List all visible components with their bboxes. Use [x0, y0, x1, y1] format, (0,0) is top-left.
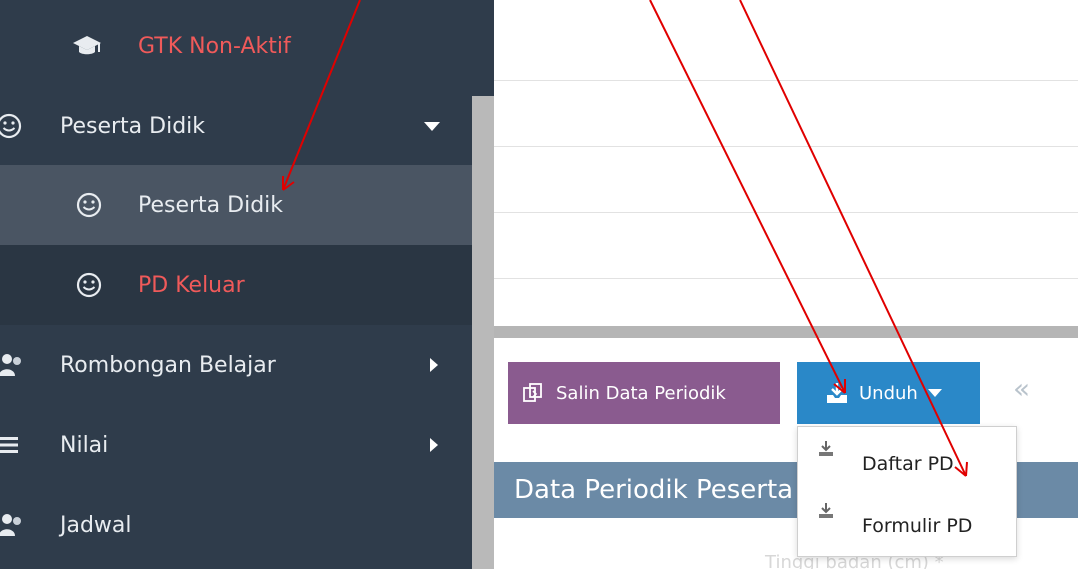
graduation-cap-icon: [72, 31, 102, 61]
salin-data-periodik-button[interactable]: Salin Data Periodik: [508, 362, 780, 424]
users-icon: [0, 510, 26, 540]
dropdown-item-label: Formulir PD: [862, 515, 973, 537]
divider: [494, 212, 1078, 213]
sidebar-item-nilai[interactable]: Nilai: [0, 405, 472, 485]
app-window: GTK Non-Aktif Peserta Didik Peserta Didi…: [0, 0, 1078, 569]
sidebar-item-label: Rombongan Belajar: [60, 352, 276, 378]
sidebar-item-label: Peserta Didik: [138, 192, 284, 218]
chevron-right-icon: [430, 438, 438, 452]
collapse-icon[interactable]: «: [1013, 372, 1030, 405]
divider: [494, 278, 1078, 279]
sidebar-item-rombongan-belajar[interactable]: Rombongan Belajar: [0, 325, 472, 405]
dropdown-item-formulir-pd[interactable]: Formulir PD: [798, 491, 1016, 551]
unduh-dropdown-menu: Daftar PD Formulir PD: [797, 426, 1017, 557]
smile-icon: [74, 190, 104, 220]
sidebar-item-label: Nilai: [60, 432, 109, 458]
download-icon: [816, 501, 836, 526]
divider: [494, 146, 1078, 147]
chevron-right-icon: [430, 358, 438, 372]
sidebar-item-jadwal[interactable]: Jadwal: [0, 485, 472, 565]
sidebar-item-label: Peserta Didik: [60, 113, 206, 139]
button-label: Salin Data Periodik: [556, 382, 726, 404]
users-icon: [0, 350, 26, 380]
dropdown-item-daftar-pd[interactable]: Daftar PD: [798, 429, 1016, 489]
chevron-down-icon: [424, 121, 440, 131]
button-label: Unduh: [859, 382, 918, 404]
sidebar-item-peserta-didik-sub[interactable]: Peserta Didik: [0, 165, 472, 245]
divider: [494, 80, 1078, 81]
copy-icon: [522, 382, 544, 404]
panel-title: Data Periodik Peserta: [514, 475, 794, 505]
download-icon: [816, 439, 836, 464]
sidebar-item-label: Jadwal: [60, 512, 132, 538]
sidebar-item-peserta-didik[interactable]: Peserta Didik: [0, 86, 472, 166]
sidebar: GTK Non-Aktif Peserta Didik Peserta Didi…: [0, 0, 472, 569]
smile-icon: [0, 111, 24, 141]
sidebar-item-pd-keluar[interactable]: PD Keluar: [0, 245, 472, 325]
sidebar-scrollbar[interactable]: [472, 96, 494, 569]
smile-icon: [74, 270, 104, 300]
dropdown-item-label: Daftar PD: [862, 453, 954, 475]
list-icon: [0, 430, 24, 460]
download-tray-icon: [825, 382, 849, 404]
unduh-button[interactable]: Unduh: [797, 362, 980, 424]
sidebar-item-label: PD Keluar: [138, 272, 245, 298]
sidebar-item-label: GTK Non-Aktif: [138, 33, 291, 59]
chevron-down-icon: [927, 389, 942, 397]
sidebar-item-gtk-non-aktif[interactable]: GTK Non-Aktif: [0, 6, 472, 86]
pane-splitter[interactable]: [494, 326, 1078, 338]
